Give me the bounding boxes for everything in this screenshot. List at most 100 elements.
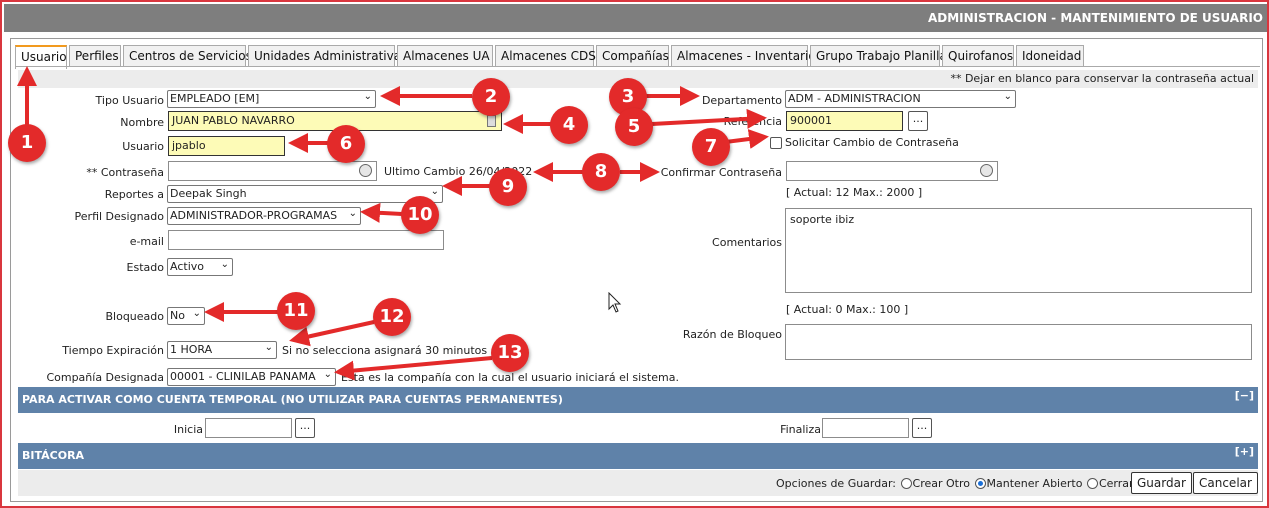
comentarios-value: soporte ibiz <box>790 213 855 226</box>
bloqueado-select[interactable]: No ⌄ <box>167 307 205 325</box>
contrasena-input[interactable] <box>168 161 377 181</box>
tab-companias[interactable]: Compañías <box>596 45 669 67</box>
tiempo-expiracion-value: 1 HORA <box>170 343 213 356</box>
cerrar-label: Cerrar <box>1098 477 1134 490</box>
guardar-button[interactable]: Guardar <box>1131 472 1192 494</box>
eye-icon[interactable] <box>980 164 993 177</box>
perfil-select[interactable]: ADMINISTRADOR-PROGRAMAS ⌄ <box>167 207 361 225</box>
compania-select[interactable]: 00001 - CLINILAB PANAMA ⌄ <box>167 368 336 386</box>
annotation-marker-5: 5 <box>615 108 653 146</box>
collapse-toggle[interactable]: [−] <box>1235 389 1254 402</box>
chevron-down-icon: ⌄ <box>1003 91 1012 102</box>
window-frame: ADMINISTRACION - MANTENIMIENTO DE USUARI… <box>0 0 1269 508</box>
tab-almacenes-cds[interactable]: Almacenes CDS <box>495 45 596 67</box>
tiempo-expiracion-select[interactable]: 1 HORA ⌄ <box>167 341 277 359</box>
bloqueado-label: Bloqueado <box>105 310 164 323</box>
tab-grupo-trabajo[interactable]: Grupo Trabajo Planilla <box>810 45 947 67</box>
contact-card-icon <box>487 115 496 127</box>
save-options: Opciones de Guardar: Crear Otro Mantener… <box>776 477 1134 490</box>
nombre-label: Nombre <box>120 116 164 129</box>
solicitar-cambio-label: Solicitar Cambio de Contraseña <box>785 136 959 149</box>
inicia-picker-button[interactable]: ... <box>295 418 315 438</box>
tab-quirofanos[interactable]: Quirofanos <box>942 45 1014 67</box>
radio-crear-otro[interactable] <box>900 478 912 489</box>
chevron-down-icon: ⌄ <box>430 186 439 197</box>
tab-perfiles[interactable]: Perfiles <box>69 45 121 67</box>
departamento-value: ADM - ADMINISTRACION <box>788 92 921 105</box>
compania-value: 00001 - CLINILAB PANAMA <box>170 370 316 383</box>
finaliza-picker-button[interactable]: ... <box>912 418 932 438</box>
tab-centros-servicios[interactable]: Centros de Servicios <box>123 45 252 67</box>
annotation-marker-13: 13 <box>491 334 529 372</box>
referencia-value: 900001 <box>790 114 832 127</box>
eye-icon[interactable] <box>359 164 372 177</box>
reportes-a-select[interactable]: Deepak Singh ⌄ <box>167 185 443 203</box>
tab-almacenes-inventario[interactable]: Almacenes - Inventario <box>671 45 816 67</box>
referencia-lookup-button[interactable]: ... <box>908 111 928 131</box>
tab-divider <box>15 66 1260 67</box>
comentarios-textarea[interactable]: soporte ibiz <box>785 208 1252 293</box>
usuario-label: Usuario <box>122 140 164 153</box>
usuario-value: jpablo <box>172 139 206 152</box>
razon-bloqueo-textarea[interactable] <box>785 324 1252 360</box>
tipo-usuario-select[interactable]: EMPLEADO [EM] ⌄ <box>167 90 376 108</box>
finaliza-input[interactable] <box>822 418 909 438</box>
inicia-label: Inicia <box>173 423 203 436</box>
reportes-a-label: Reportes a <box>104 188 164 201</box>
cancelar-button[interactable]: Cancelar <box>1193 472 1258 494</box>
comentarios-label: Comentarios <box>712 236 782 249</box>
tab-idoneidad[interactable]: Idoneidad <box>1016 45 1084 67</box>
temp-account-section-header[interactable]: PARA ACTIVAR COMO CUENTA TEMPORAL (NO UT… <box>18 387 1258 413</box>
mantener-abierto-label: Mantener Abierto <box>986 477 1083 490</box>
tipo-usuario-label: Tipo Usuario <box>95 94 164 107</box>
radio-mantener-abierto[interactable] <box>974 478 986 489</box>
compania-label: Compañía Designada <box>46 371 164 384</box>
expand-toggle[interactable]: [+] <box>1235 445 1254 458</box>
save-options-bar: Opciones de Guardar: Crear Otro Mantener… <box>18 470 1258 496</box>
annotation-marker-4: 4 <box>550 106 588 144</box>
annotation-marker-2: 2 <box>472 78 510 116</box>
annotation-marker-11: 11 <box>277 292 315 330</box>
reportes-a-value: Deepak Singh <box>170 187 247 200</box>
radio-cerrar[interactable] <box>1086 478 1098 489</box>
page-title: ADMINISTRACION - MANTENIMIENTO DE USUARI… <box>4 4 1267 32</box>
annotation-marker-1: 1 <box>8 124 46 162</box>
chevron-down-icon: ⌄ <box>348 208 357 219</box>
annotation-marker-9: 9 <box>489 168 527 206</box>
comentarios-counter: [ Actual: 0 Max.: 100 ] <box>786 303 909 316</box>
referencia-input[interactable]: 900001 <box>786 111 903 131</box>
annotation-marker-8: 8 <box>582 153 620 191</box>
compania-hint: Esta es la compañía con la cual el usuar… <box>341 371 679 384</box>
estado-select[interactable]: Activo ⌄ <box>167 258 233 276</box>
perfil-label: Perfil Designado <box>74 210 164 223</box>
tiempo-expiracion-hint: Si no selecciona asignará 30 minutos <box>282 344 488 357</box>
tipo-usuario-value: EMPLEADO [EM] <box>170 92 260 105</box>
inicia-input[interactable] <box>205 418 292 438</box>
tab-unidades-administrativas[interactable]: Unidades Administrativas <box>248 45 407 67</box>
tiempo-expiracion-label: Tiempo Expiración <box>62 344 164 357</box>
annotation-marker-10: 10 <box>401 196 439 234</box>
email-input[interactable] <box>168 230 444 250</box>
confirmar-counter: [ Actual: 12 Max.: 2000 ] <box>786 186 923 199</box>
bitacora-section-header[interactable]: BITÁCORA [+] <box>18 443 1258 469</box>
departamento-select[interactable]: ADM - ADMINISTRACION ⌄ <box>785 90 1016 108</box>
email-label: e-mail <box>129 235 164 248</box>
chevron-down-icon: ⌄ <box>363 91 372 102</box>
nombre-value: JUAN PABLO NAVARRO <box>172 114 295 127</box>
razon-bloqueo-label: Razón de Bloqueo <box>682 328 782 341</box>
confirmar-input[interactable] <box>786 161 998 181</box>
chevron-down-icon: ⌄ <box>323 369 332 380</box>
mouse-cursor-icon <box>608 292 622 313</box>
temp-account-title: PARA ACTIVAR COMO CUENTA TEMPORAL (NO UT… <box>22 393 563 406</box>
perfil-value: ADMINISTRADOR-PROGRAMAS <box>170 209 338 222</box>
chevron-down-icon: ⌄ <box>264 342 273 353</box>
confirmar-label: Confirmar Contraseña <box>660 166 782 179</box>
finaliza-label: Finaliza <box>780 423 821 436</box>
solicitar-cambio-checkbox[interactable] <box>770 137 782 149</box>
annotation-marker-7: 7 <box>692 128 730 166</box>
departamento-label: Departamento <box>701 94 782 107</box>
usuario-input[interactable]: jpablo <box>168 136 285 156</box>
tab-almacenes-ua[interactable]: Almacenes UA <box>397 45 493 67</box>
bloqueado-value: No <box>170 309 185 322</box>
estado-label: Estado <box>126 261 164 274</box>
